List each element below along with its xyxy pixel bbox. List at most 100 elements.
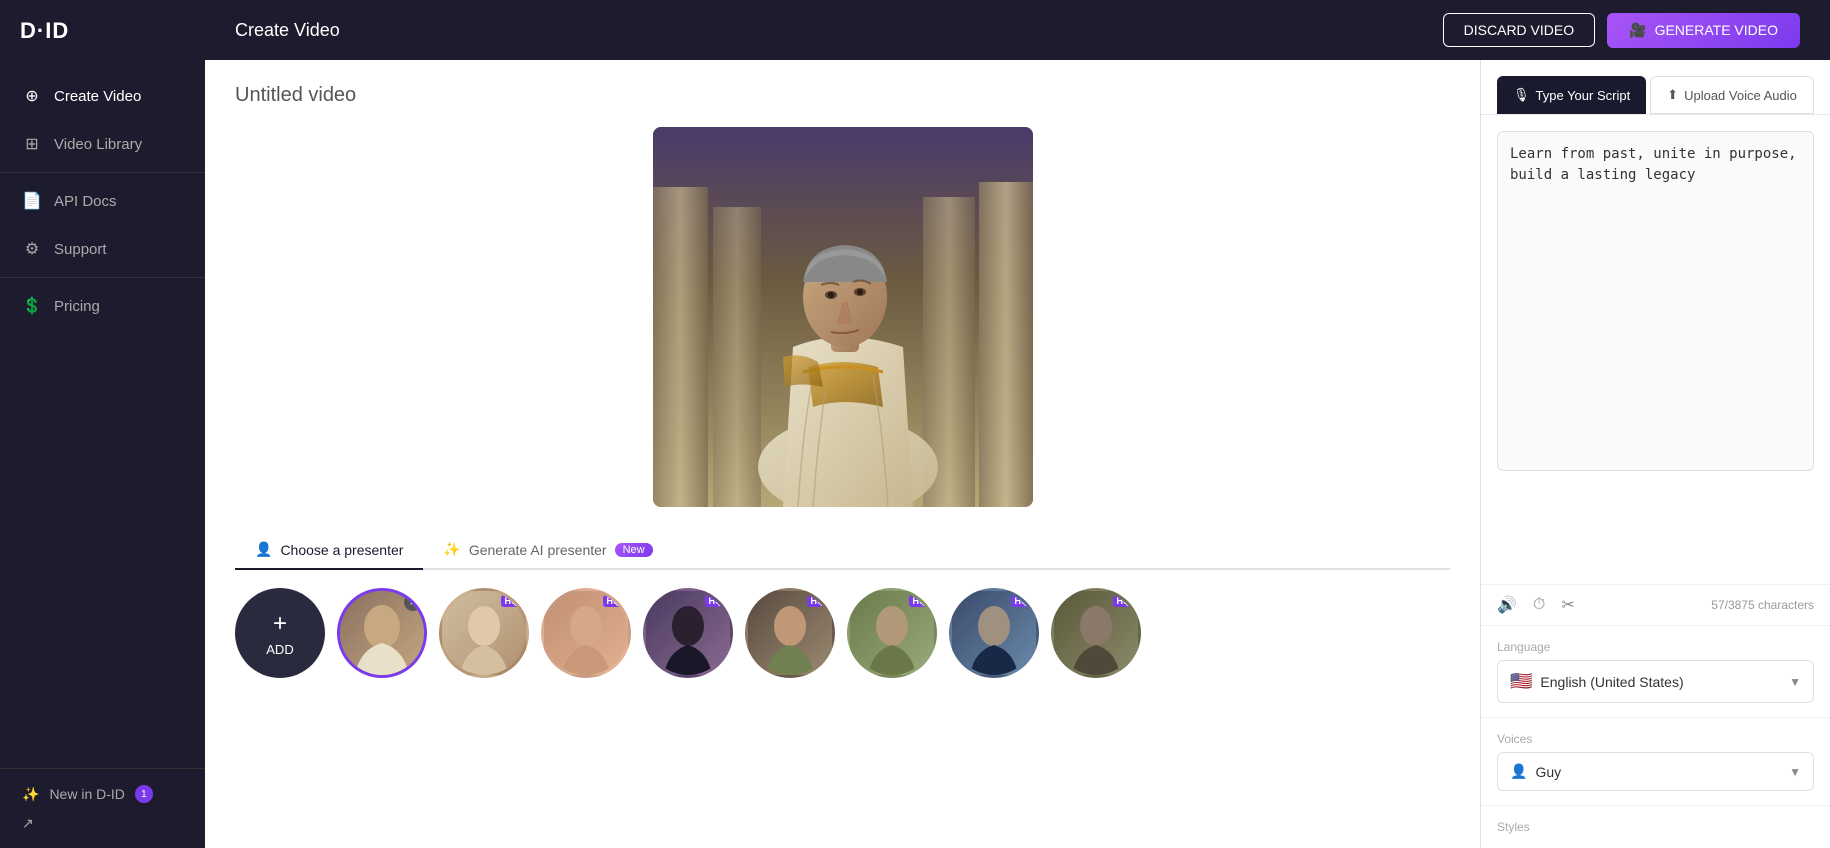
discard-video-button[interactable]: DISCARD VIDEO [1443,13,1595,47]
header-title: Create Video [235,20,340,41]
person-icon: 👤 [255,541,272,558]
voices-label: Voices [1497,732,1814,746]
sidebar-label-create-video: Create Video [54,88,141,105]
scissors-icon[interactable]: ✂ [1561,595,1574,615]
us-flag: 🇺🇸 [1510,671,1532,692]
hq-badge: HQ [909,595,931,607]
sidebar: D·ID ⊕ Create Video ⊞ Video Library 📄 AP… [0,0,205,848]
presenter-card-2[interactable]: HQ [439,588,529,678]
language-label: Language [1497,640,1814,654]
content-wrapper: 👤 Choose a presenter ✨ Generate AI prese… [205,60,1830,848]
script-tab-upload[interactable]: ⬆ Upload Voice Audio [1650,76,1814,114]
timer-icon[interactable]: ⏱ [1533,596,1545,614]
voice-select[interactable]: 👤 Guy ▼ [1497,752,1814,791]
sidebar-item-pricing[interactable]: 💲 Pricing [0,282,205,330]
sidebar-bottom: ✨ New in D-ID 1 ↗ [0,768,205,848]
remove-presenter-button[interactable]: × [404,593,422,611]
script-content: Learn from past, unite in purpose, build… [1481,115,1830,584]
plus-circle-icon: ⊕ [22,86,42,106]
sidebar-item-api-docs[interactable]: 📄 API Docs [0,177,205,225]
new-in-did-label: New in D-ID [49,786,124,802]
tab-choose-presenter[interactable]: 👤 Choose a presenter [235,531,423,570]
styles-section: Styles [1481,805,1830,848]
presenter-card-8[interactable]: HQ [1051,588,1141,678]
sidebar-nav: ⊕ Create Video ⊞ Video Library 📄 API Doc… [0,62,205,768]
presenter-card-7[interactable]: HQ [949,588,1039,678]
file-code-icon: 📄 [22,191,42,211]
script-toolbar: 🔊 ⏱ ✂ 57/3875 characters [1481,584,1830,625]
dollar-circle-icon: 💲 [22,296,42,316]
voice-value: Guy [1535,764,1561,780]
header-actions: DISCARD VIDEO 🎥 GENERATE VIDEO [1443,13,1800,48]
language-value: English (United States) [1540,674,1683,690]
new-tab-badge: New [615,543,653,557]
language-chevron-icon: ▼ [1789,675,1801,689]
script-tabs: 🎙 Type Your Script ⬆ Upload Voice Audio [1481,60,1830,115]
hq-badge: HQ [1011,595,1033,607]
settings-circle-icon: ⚙ [22,239,42,259]
share-icon: ↗ [22,815,34,832]
sidebar-label-pricing: Pricing [54,298,100,315]
sparkle-icon: ✨ [22,786,39,803]
tab-choose-label: Choose a presenter [280,542,403,558]
plus-icon: + [273,610,287,638]
new-badge: 1 [135,785,153,803]
tab-generate-label: Generate AI presenter [469,542,607,558]
generate-video-button[interactable]: 🎥 GENERATE VIDEO [1607,13,1800,48]
app-logo: D·ID [20,18,69,44]
add-label: ADD [266,642,293,657]
add-presenter-button[interactable]: + ADD [235,588,325,678]
script-icons: 🔊 ⏱ ✂ [1497,595,1575,615]
person-voice-icon: 👤 [1510,763,1527,780]
language-select[interactable]: 🇺🇸 English (United States) ▼ [1497,660,1814,703]
tabs-section: 👤 Choose a presenter ✨ Generate AI prese… [235,531,1450,686]
video-title-input[interactable] [235,84,1450,107]
presenter-card-4[interactable]: HQ [643,588,733,678]
language-select-inner: 🇺🇸 English (United States) [1510,671,1684,692]
tab-generate-ai[interactable]: ✨ Generate AI presenter New [423,531,672,570]
logo-area: D·ID [0,0,205,62]
script-textarea[interactable]: Learn from past, unite in purpose, build… [1497,131,1814,471]
presenter-grid-wrapper: + ADD × [235,588,1450,686]
presenter-tabs: 👤 Choose a presenter ✨ Generate AI prese… [235,531,1450,570]
hq-badge: HQ [705,595,727,607]
presenter-card-1[interactable]: × [337,588,427,678]
hq-badge: HQ [807,595,829,607]
hq-badge: HQ [603,595,625,607]
char-count: 57/3875 characters [1711,598,1814,612]
sidebar-item-video-library[interactable]: ⊞ Video Library [0,120,205,168]
new-in-did-item[interactable]: ✨ New in D-ID 1 [22,785,183,803]
voice-select-inner: 👤 Guy [1510,763,1561,780]
presenter-grid: + ADD × [235,588,1450,686]
presenter-card-3[interactable]: HQ [541,588,631,678]
language-section: Language 🇺🇸 English (United States) ▼ [1481,625,1830,717]
main-area: Create Video DISCARD VIDEO 🎥 GENERATE VI… [205,0,1830,848]
styles-label: Styles [1497,820,1814,834]
volume-icon[interactable]: 🔊 [1497,595,1517,615]
generate-label: GENERATE VIDEO [1655,22,1778,38]
sidebar-item-create-video[interactable]: ⊕ Create Video [0,72,205,120]
presenter-image [653,127,1033,507]
nav-divider-2 [0,277,205,278]
sidebar-label-video-library: Video Library [54,136,142,153]
presenter-card-6[interactable]: HQ [847,588,937,678]
share-button[interactable]: ↗ [22,815,183,832]
top-header: Create Video DISCARD VIDEO 🎥 GENERATE VI… [205,0,1830,60]
sidebar-item-support[interactable]: ⚙ Support [0,225,205,273]
voices-section: Voices 👤 Guy ▼ [1481,717,1830,805]
right-panel: 🎙 Type Your Script ⬆ Upload Voice Audio … [1480,60,1830,848]
upload-icon: ⬆ [1667,87,1678,103]
sparkle-ai-icon: ✨ [443,541,460,558]
sidebar-label-support: Support [54,241,107,258]
voice-chevron-icon: ▼ [1789,765,1801,779]
script-tab-type[interactable]: 🎙 Type Your Script [1497,76,1646,114]
hq-badge: HQ [501,595,523,607]
hq-badge: HQ [1113,595,1135,607]
presenter-card-5[interactable]: HQ [745,588,835,678]
canvas-area: 👤 Choose a presenter ✨ Generate AI prese… [205,60,1480,848]
grid-icon: ⊞ [22,134,42,154]
nav-divider-1 [0,172,205,173]
sidebar-label-api-docs: API Docs [54,193,117,210]
microphone-icon: 🎙 [1513,87,1530,103]
presenter-svg [653,127,1033,507]
